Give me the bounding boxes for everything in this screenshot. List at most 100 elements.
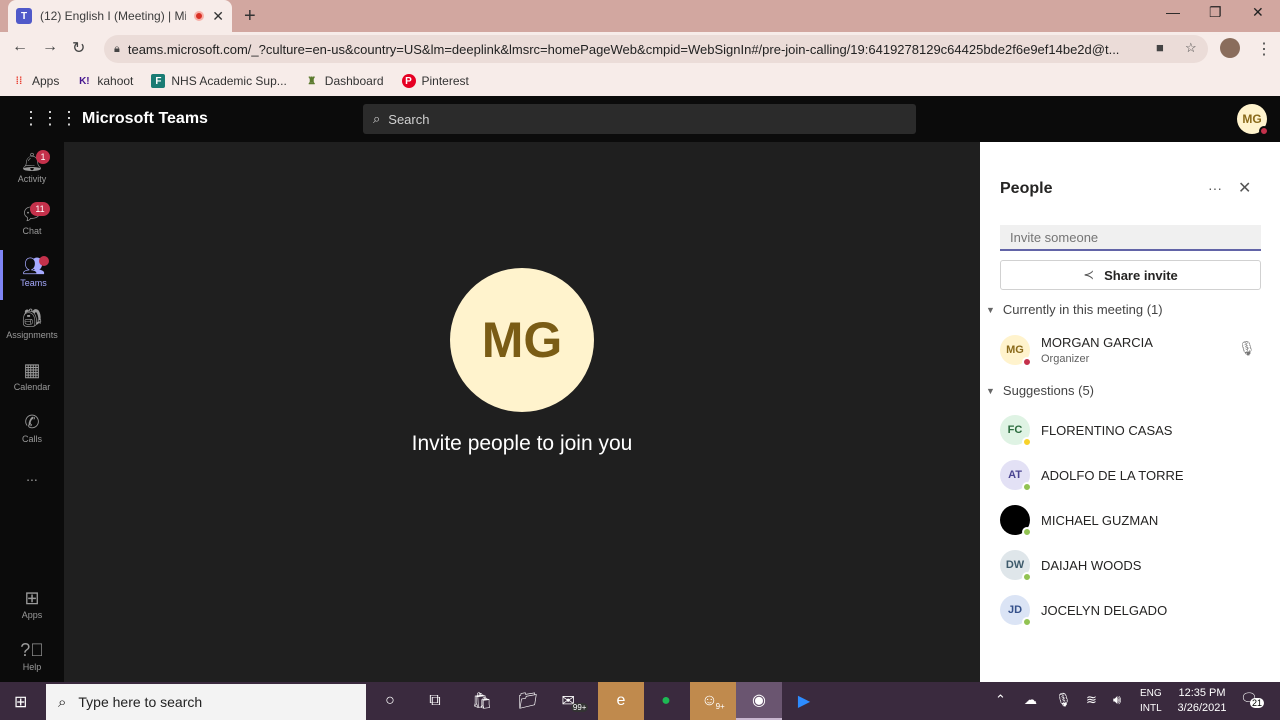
search-icon: ⌕	[58, 693, 67, 711]
wifi-icon[interactable]: ≋	[1086, 692, 1097, 708]
teams-alert-dot	[39, 256, 49, 266]
rail-item-apps[interactable]: ⊞ Apps	[0, 582, 64, 632]
app-title: Microsoft Teams	[82, 110, 208, 127]
windows-taskbar: ⊞ ⌕ Type here to search ○ ⧉ 🛍︎ 📁︎ ✉ 99+ e…	[0, 682, 1280, 720]
presence-available-icon	[1022, 482, 1032, 492]
suggestions-section-header[interactable]: ▼ Suggestions (5)	[986, 383, 1094, 398]
chrome-icon[interactable]: ◉	[736, 682, 782, 720]
suggestion-row[interactable]: AT ADOLFO DE LA TORRE	[1000, 457, 1260, 493]
section-count: (5)	[1078, 383, 1094, 398]
store-icon[interactable]: 🛍︎	[459, 682, 505, 720]
zoom-icon[interactable]: ▶	[781, 682, 827, 720]
rail-item-activity[interactable]: 🔔︎ Activity 1	[0, 146, 64, 196]
search-placeholder: Search	[388, 111, 430, 127]
suggestion-row[interactable]: FC FLORENTINO CASAS	[1000, 412, 1260, 448]
rail-item-calls[interactable]: ✆ Calls	[0, 406, 64, 456]
back-arrow-icon[interactable]: ←	[12, 38, 28, 56]
panel-title: People	[1000, 180, 1053, 197]
task-view-icon[interactable]: ⧉	[412, 682, 458, 720]
rail-label: Calendar	[13, 382, 51, 392]
rail-item-chat[interactable]: 💬︎ Chat 11	[0, 198, 64, 248]
share-invite-button[interactable]: ≺ Share invite	[1000, 260, 1261, 290]
user-initials: MG	[1242, 112, 1262, 126]
input-language[interactable]: ENG INTL	[1140, 686, 1162, 716]
notifications-icon[interactable]: 🗨︎ 21	[1240, 690, 1265, 708]
url-text: teams.microsoft.com/_?culture=en-us&coun…	[127, 41, 1120, 57]
pinterest-icon: P	[401, 74, 416, 88]
teams-icon: 👥︎	[22, 256, 45, 276]
calendar-icon: ▦	[23, 360, 41, 380]
browser-tab-active[interactable]: T (12) English I (Meeting) | Mic ✕	[8, 0, 232, 32]
current-section-header[interactable]: ▼ Currently in this meeting (1)	[986, 302, 1163, 317]
phone-icon: ✆	[24, 412, 40, 432]
show-hidden-icons-icon[interactable]: ⌃	[995, 692, 1006, 708]
rail-item-help[interactable]: ?⃝ Help	[0, 634, 64, 684]
bookmark-nhs[interactable]: F NHS Academic Sup...	[151, 74, 287, 88]
teams-favicon-icon: T	[16, 8, 32, 24]
people-panel: People ··· ✕ ≺ Share invite ▼ Currently …	[980, 142, 1280, 682]
invite-message: Invite people to join you	[411, 432, 633, 455]
maximize-button[interactable]: ❐	[1209, 4, 1222, 21]
tab-close-icon[interactable]: ✕	[212, 8, 224, 25]
clock-date: 3/26/2021	[1177, 702, 1227, 714]
taskbar-search-box[interactable]: ⌕ Type here to search	[46, 684, 366, 720]
new-tab-button[interactable]: +	[244, 5, 256, 28]
rail-item-more[interactable]: ...	[0, 468, 64, 518]
rail-item-calendar[interactable]: ▦ Calendar	[0, 354, 64, 404]
search-icon: ⌕	[373, 111, 381, 126]
bookmark-dashboard[interactable]: ♜ Dashboard	[305, 74, 383, 88]
presence-available-icon	[1022, 527, 1032, 537]
presence-away-icon	[1022, 437, 1032, 447]
suggestion-avatar: DW	[1000, 550, 1032, 582]
window-close-button[interactable]: ✕	[1252, 4, 1264, 21]
bookmark-kahoot[interactable]: K! kahoot	[77, 74, 133, 88]
cortana-icon[interactable]: ○	[367, 682, 413, 720]
system-clock[interactable]: 12:35 PM 3/26/2021	[1172, 686, 1232, 716]
windows-start-icon[interactable]: ⊞	[14, 692, 27, 712]
spotify-icon[interactable]: ●	[643, 682, 689, 720]
minimize-button[interactable]: —	[1166, 4, 1180, 20]
suggestion-row[interactable]: MICHAEL GUZMAN	[1000, 502, 1260, 538]
bookmark-star-icon[interactable]: ☆	[1185, 40, 1197, 56]
address-bar[interactable]: 🔒︎ teams.microsoft.com/_?culture=en-us&c…	[104, 35, 1208, 63]
avatar-initials: DW	[1005, 559, 1025, 571]
forward-arrow-icon[interactable]: →	[42, 38, 58, 56]
taskbar-search-placeholder: Type here to search	[78, 694, 203, 710]
microphone-icon[interactable]: 🎙︎	[1055, 692, 1072, 708]
rail-item-assignments[interactable]: 🎒︎ Assignments	[0, 302, 64, 352]
mail-icon[interactable]: ✉ 99+	[552, 682, 598, 720]
reload-icon[interactable]: ↻	[72, 38, 85, 58]
bookmark-apps[interactable]: ⁞⁞ Apps	[12, 74, 60, 88]
app-launcher-icon[interactable]: ⋮⋮⋮	[22, 108, 79, 129]
participant-row[interactable]: MG MORGAN GARCIA Organizer 🎙︎	[1000, 332, 1260, 368]
browser-menu-icon[interactable]: ⋮	[1256, 39, 1272, 59]
discord-icon[interactable]: ☺ 9+	[690, 682, 736, 720]
suggestion-name: DAIJAH WOODS	[1041, 557, 1142, 573]
recording-indicator-icon	[194, 11, 205, 21]
volume-icon[interactable]: 🔊︎	[1113, 692, 1121, 708]
edge-icon[interactable]: e	[598, 682, 644, 720]
suggestion-row[interactable]: DW DAIJAH WOODS	[1000, 547, 1260, 583]
backpack-icon: 🎒︎	[20, 308, 44, 328]
suggestion-avatar: FC	[1000, 415, 1032, 447]
kahoot-icon: K!	[79, 75, 90, 87]
presence-available-icon	[1022, 572, 1032, 582]
rail-item-teams[interactable]: 👥︎ Teams	[0, 250, 64, 300]
bookmark-pinterest[interactable]: P Pinterest	[401, 74, 469, 88]
more-options-icon[interactable]: ···	[1208, 180, 1222, 196]
camera-blocked-icon[interactable]: ■	[1156, 40, 1164, 55]
lang-layout: INTL	[1140, 703, 1162, 714]
teams-header: ⋮⋮⋮ Microsoft Teams ⌕ Search MG	[0, 96, 1280, 142]
search-box[interactable]: ⌕ Search	[363, 104, 916, 134]
suggestion-row[interactable]: JD JOCELYN DELGADO	[1000, 592, 1260, 628]
rail-label: Help	[22, 662, 42, 672]
close-panel-icon[interactable]: ✕	[1238, 178, 1251, 198]
invite-someone-input[interactable]	[1000, 225, 1261, 251]
browser-profile-avatar[interactable]	[1220, 38, 1240, 58]
avatar-initials: AT	[1008, 469, 1022, 481]
chevron-down-icon: ▼	[986, 304, 995, 315]
onedrive-icon[interactable]: ☁	[1024, 692, 1037, 708]
avatar-initials: MG	[1006, 344, 1024, 356]
user-avatar[interactable]: MG	[1237, 104, 1269, 136]
file-explorer-icon[interactable]: 📁︎	[505, 682, 551, 720]
